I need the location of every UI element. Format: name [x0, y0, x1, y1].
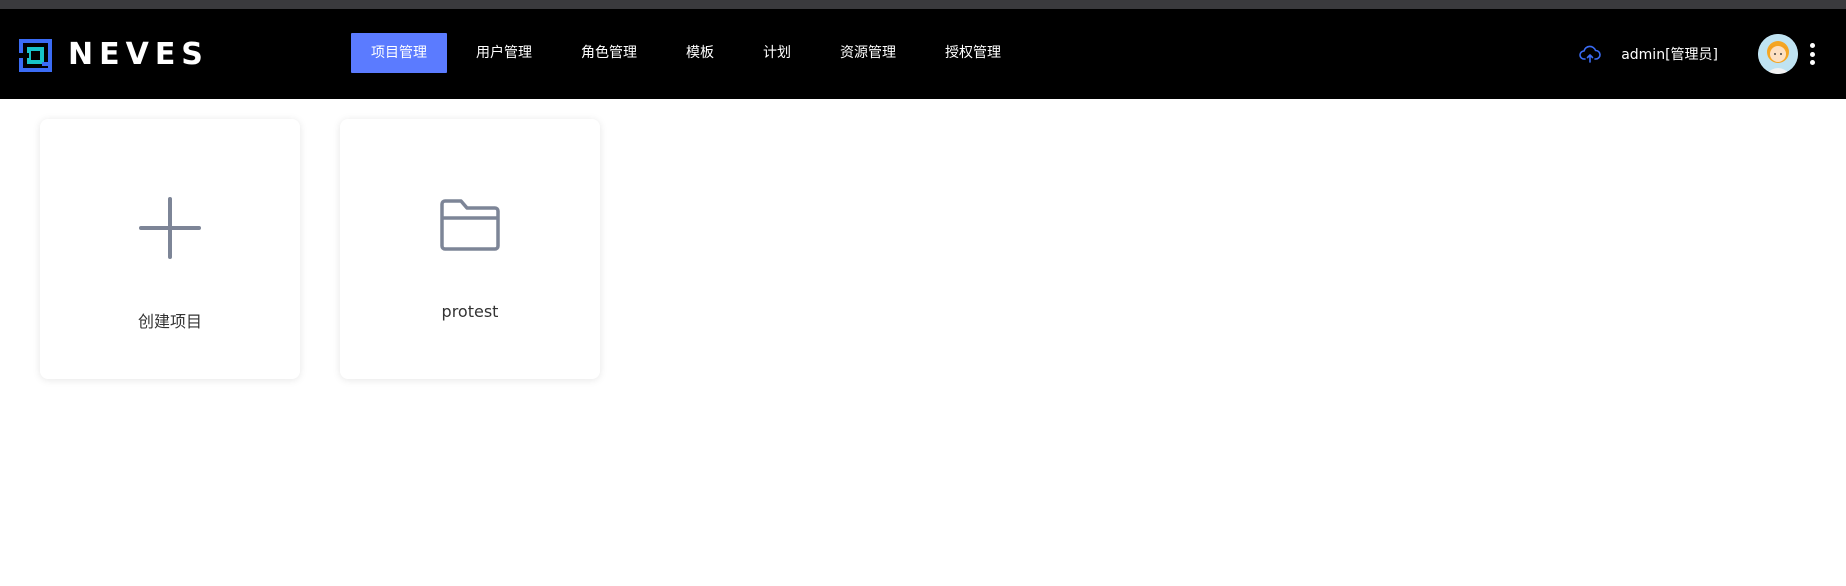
nav-item-plans[interactable]: 计划 [743, 33, 811, 73]
project-card-label: protest [441, 302, 499, 321]
logo-mark-icon [19, 38, 52, 72]
nav-item-license-management[interactable]: 授权管理 [925, 33, 1021, 73]
top-navbar: NEVES 项目管理 用户管理 角色管理 模板 计划 资源管理 授权管理 adm… [0, 9, 1846, 99]
avatar[interactable] [1758, 34, 1798, 74]
project-cards: 创建项目 protest [40, 119, 600, 379]
folder-icon [440, 199, 500, 251]
user-name[interactable]: admin[管理员] [1621, 44, 1718, 64]
main-nav: 项目管理 用户管理 角色管理 模板 计划 资源管理 授权管理 [351, 33, 1021, 73]
app-logo[interactable]: NEVES [19, 37, 209, 72]
create-project-label: 创建项目 [137, 312, 202, 331]
nav-item-project-management[interactable]: 项目管理 [351, 33, 447, 73]
nav-item-templates[interactable]: 模板 [666, 33, 734, 73]
create-project-card[interactable]: 创建项目 [40, 119, 300, 379]
project-card[interactable]: protest [340, 119, 600, 379]
logo-text: NEVES [68, 37, 209, 72]
nav-item-resource-management[interactable]: 资源管理 [820, 33, 916, 73]
kebab-menu-icon[interactable] [1808, 43, 1816, 65]
window-top-strip [0, 0, 1846, 9]
nav-item-user-management[interactable]: 用户管理 [456, 33, 552, 73]
cloud-upload-icon[interactable] [1579, 43, 1601, 65]
nav-item-role-management[interactable]: 角色管理 [561, 33, 657, 73]
header-right: admin[管理员] [1579, 9, 1846, 99]
plus-icon [139, 197, 201, 259]
